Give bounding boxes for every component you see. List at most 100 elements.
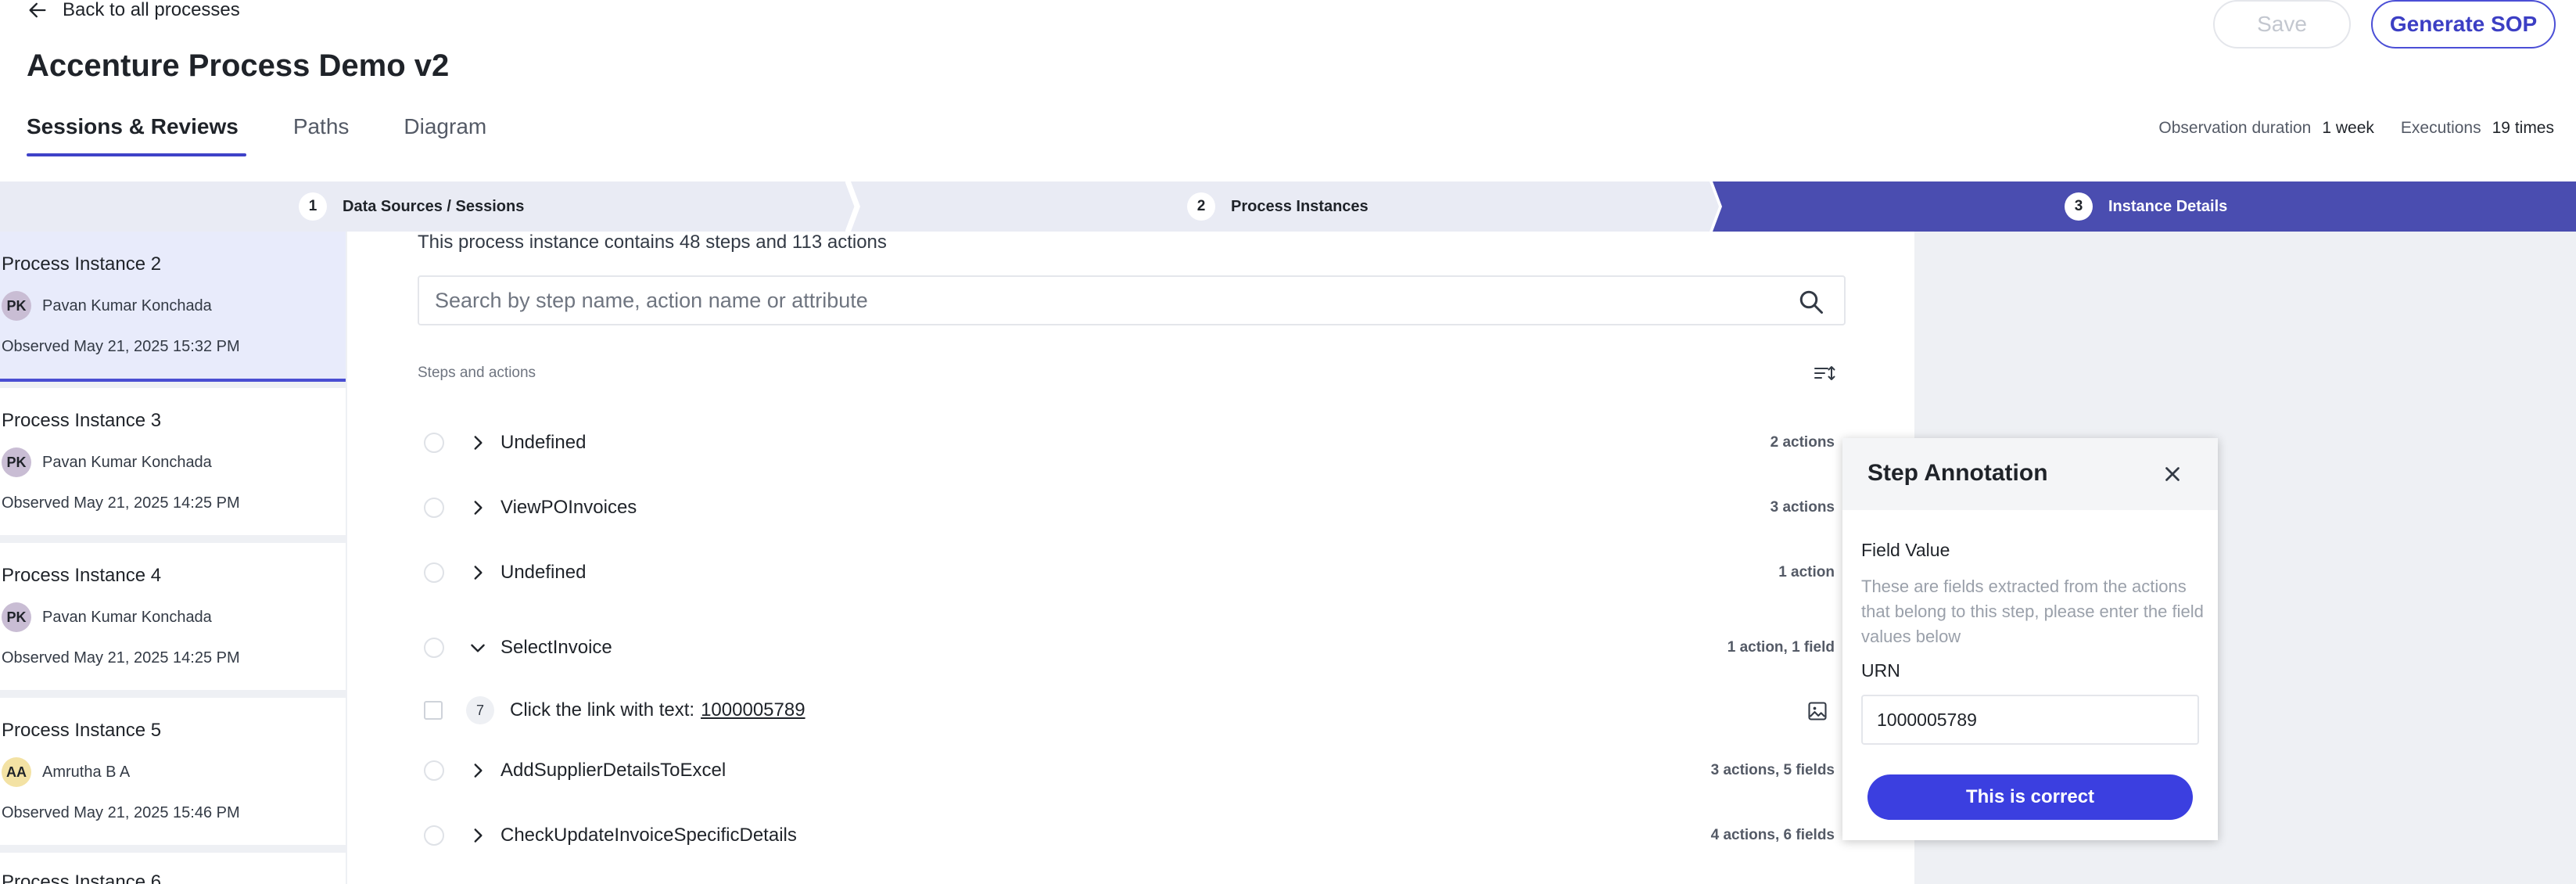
- process-instance-card[interactable]: Process Instance 4 PK Pavan Kumar Koncha…: [0, 543, 346, 690]
- step-row[interactable]: Undefined 1 action: [418, 553, 1835, 592]
- annotation-help-text: These are fields extracted from the acti…: [1861, 577, 2204, 646]
- step-count: 4 actions, 6 fields: [1710, 827, 1835, 843]
- step-select-radio[interactable]: [424, 638, 444, 658]
- avatar: PK: [2, 602, 31, 632]
- process-stats: Observation duration 1 week Executions 1…: [2158, 119, 2554, 138]
- instance-title: Process Instance 4: [2, 565, 162, 586]
- step-count: 1 action, 1 field: [1727, 639, 1835, 656]
- step-name: Undefined: [500, 562, 587, 583]
- observation-duration-value: 1 week: [2322, 119, 2374, 137]
- back-to-processes-link[interactable]: Back to all processes: [27, 0, 240, 20]
- step-select-radio[interactable]: [424, 433, 444, 453]
- step-number: 2: [1187, 192, 1215, 221]
- step-number: 3: [2065, 192, 2093, 221]
- step-row[interactable]: Undefined 2 actions: [418, 423, 1835, 462]
- tab-sessions-reviews[interactable]: Sessions & Reviews: [27, 114, 246, 156]
- step-search-box: [418, 275, 1846, 325]
- user-name: Pavan Kumar Konchada: [42, 608, 212, 626]
- process-instance-card[interactable]: Process Instance 5 AA Amrutha B A Observ…: [0, 698, 346, 845]
- generate-sop-button[interactable]: Generate SOP: [2371, 0, 2556, 49]
- search-icon[interactable]: [1797, 288, 1825, 316]
- page-title: Accenture Process Demo v2: [27, 49, 450, 83]
- instance-user: PK Pavan Kumar Konchada: [2, 602, 212, 632]
- step-count: 3 actions, 5 fields: [1710, 762, 1835, 778]
- instance-user: PK Pavan Kumar Konchada: [2, 291, 212, 321]
- image-icon[interactable]: [1806, 700, 1828, 722]
- avatar: AA: [2, 757, 31, 787]
- chevron-right-icon[interactable]: [468, 562, 488, 583]
- process-instance-card[interactable]: Process Instance 6: [0, 853, 346, 884]
- step-number: 1: [299, 192, 327, 221]
- step-count: 1 action: [1778, 564, 1835, 580]
- observation-duration-label: Observation duration: [2158, 119, 2312, 137]
- steps-section-label: Steps and actions: [418, 365, 536, 381]
- instance-title: Process Instance 6: [2, 871, 162, 884]
- instance-title: Process Instance 3: [2, 410, 162, 431]
- action-link-value[interactable]: 1000005789: [701, 699, 805, 721]
- tab-paths[interactable]: Paths: [293, 114, 350, 155]
- instance-details-panel: This process instance contains 48 steps …: [353, 232, 1914, 884]
- chevron-right-icon[interactable]: [468, 760, 488, 781]
- arrow-left-icon: [29, 2, 46, 18]
- step-label: Data Sources / Sessions: [343, 197, 525, 215]
- step-select-radio[interactable]: [424, 498, 444, 518]
- step-name: ViewPOInvoices: [500, 497, 637, 518]
- step-count: 3 actions: [1770, 499, 1835, 516]
- stepper-step-data-sources[interactable]: 1 Data Sources / Sessions: [299, 181, 524, 232]
- user-name: Pavan Kumar Konchada: [42, 453, 212, 471]
- step-select-radio[interactable]: [424, 825, 444, 846]
- close-icon[interactable]: [2158, 460, 2187, 488]
- step-name: CheckUpdateInvoiceSpecificDetails: [500, 825, 797, 846]
- instance-user: PK Pavan Kumar Konchada: [2, 447, 212, 477]
- back-link-label: Back to all processes: [63, 0, 240, 20]
- step-annotation-panel: Step Annotation Field Value These are fi…: [1842, 438, 2218, 840]
- action-number-badge: 7: [466, 696, 494, 724]
- search-input[interactable]: [435, 288, 1780, 313]
- process-instance-list[interactable]: Process Instance 2 PK Pavan Kumar Koncha…: [0, 232, 347, 884]
- instance-summary: This process instance contains 48 steps …: [418, 232, 887, 253]
- step-select-radio[interactable]: [424, 760, 444, 781]
- field-value-label: Field Value: [1861, 540, 1950, 560]
- user-name: Pavan Kumar Konchada: [42, 296, 212, 314]
- urn-label: URN: [1861, 660, 1900, 681]
- save-button[interactable]: Save: [2213, 0, 2351, 49]
- chevron-down-icon[interactable]: [468, 638, 488, 658]
- observed-date: Observed May 21, 2025 14:25 PM: [2, 494, 240, 512]
- step-name: AddSupplierDetailsToExcel: [500, 760, 727, 781]
- avatar: PK: [2, 447, 31, 477]
- instance-user: AA Amrutha B A: [2, 757, 130, 787]
- stepper-step-process-instances[interactable]: 2 Process Instances: [1187, 181, 1369, 232]
- urn-field[interactable]: [1861, 695, 2199, 745]
- action-text: Click the link with text:: [510, 699, 695, 720]
- avatar: PK: [2, 291, 31, 321]
- step-row[interactable]: ViewPOInvoices 3 actions: [418, 488, 1835, 527]
- action-checkbox[interactable]: [424, 701, 443, 720]
- sort-icon[interactable]: [1813, 363, 1836, 385]
- stepper-step-instance-details[interactable]: 3 Instance Details: [2065, 181, 2227, 232]
- chevron-right-icon[interactable]: [468, 433, 488, 453]
- instance-title: Process Instance 5: [2, 720, 162, 741]
- action-row[interactable]: 7 Click the link with text: 1000005789: [418, 691, 1835, 730]
- annotation-title: Step Annotation: [1867, 460, 2048, 486]
- user-name: Amrutha B A: [42, 763, 131, 781]
- step-select-radio[interactable]: [424, 562, 444, 583]
- observed-date: Observed May 21, 2025 15:46 PM: [2, 804, 240, 821]
- step-name: Undefined: [500, 432, 587, 453]
- executions-value: 19 times: [2492, 119, 2554, 137]
- confirm-correct-button[interactable]: This is correct: [1867, 774, 2193, 820]
- tab-diagram[interactable]: Diagram: [404, 114, 486, 155]
- step-row-expanded[interactable]: SelectInvoice 1 action, 1 field: [418, 628, 1835, 667]
- step-row[interactable]: CheckUpdateInvoiceSpecificDetails 4 acti…: [418, 816, 1835, 855]
- process-instance-card[interactable]: Process Instance 3 PK Pavan Kumar Koncha…: [0, 388, 346, 535]
- chevron-right-icon[interactable]: [468, 498, 488, 518]
- step-row[interactable]: AddSupplierDetailsToExcel 3 actions, 5 f…: [418, 751, 1835, 790]
- progress-stepper: 1 Data Sources / Sessions 2 Process Inst…: [0, 181, 2576, 232]
- observed-date: Observed May 21, 2025 14:25 PM: [2, 649, 240, 667]
- step-count: 2 actions: [1770, 434, 1835, 451]
- chevron-right-icon[interactable]: [468, 825, 488, 846]
- tab-bar: Sessions & Reviews Paths Diagram: [27, 114, 486, 156]
- annotation-header: Step Annotation: [1842, 438, 2218, 510]
- executions-label: Executions: [2400, 119, 2481, 137]
- process-instance-card[interactable]: Process Instance 2 PK Pavan Kumar Koncha…: [0, 232, 346, 382]
- step-name: SelectInvoice: [500, 637, 612, 658]
